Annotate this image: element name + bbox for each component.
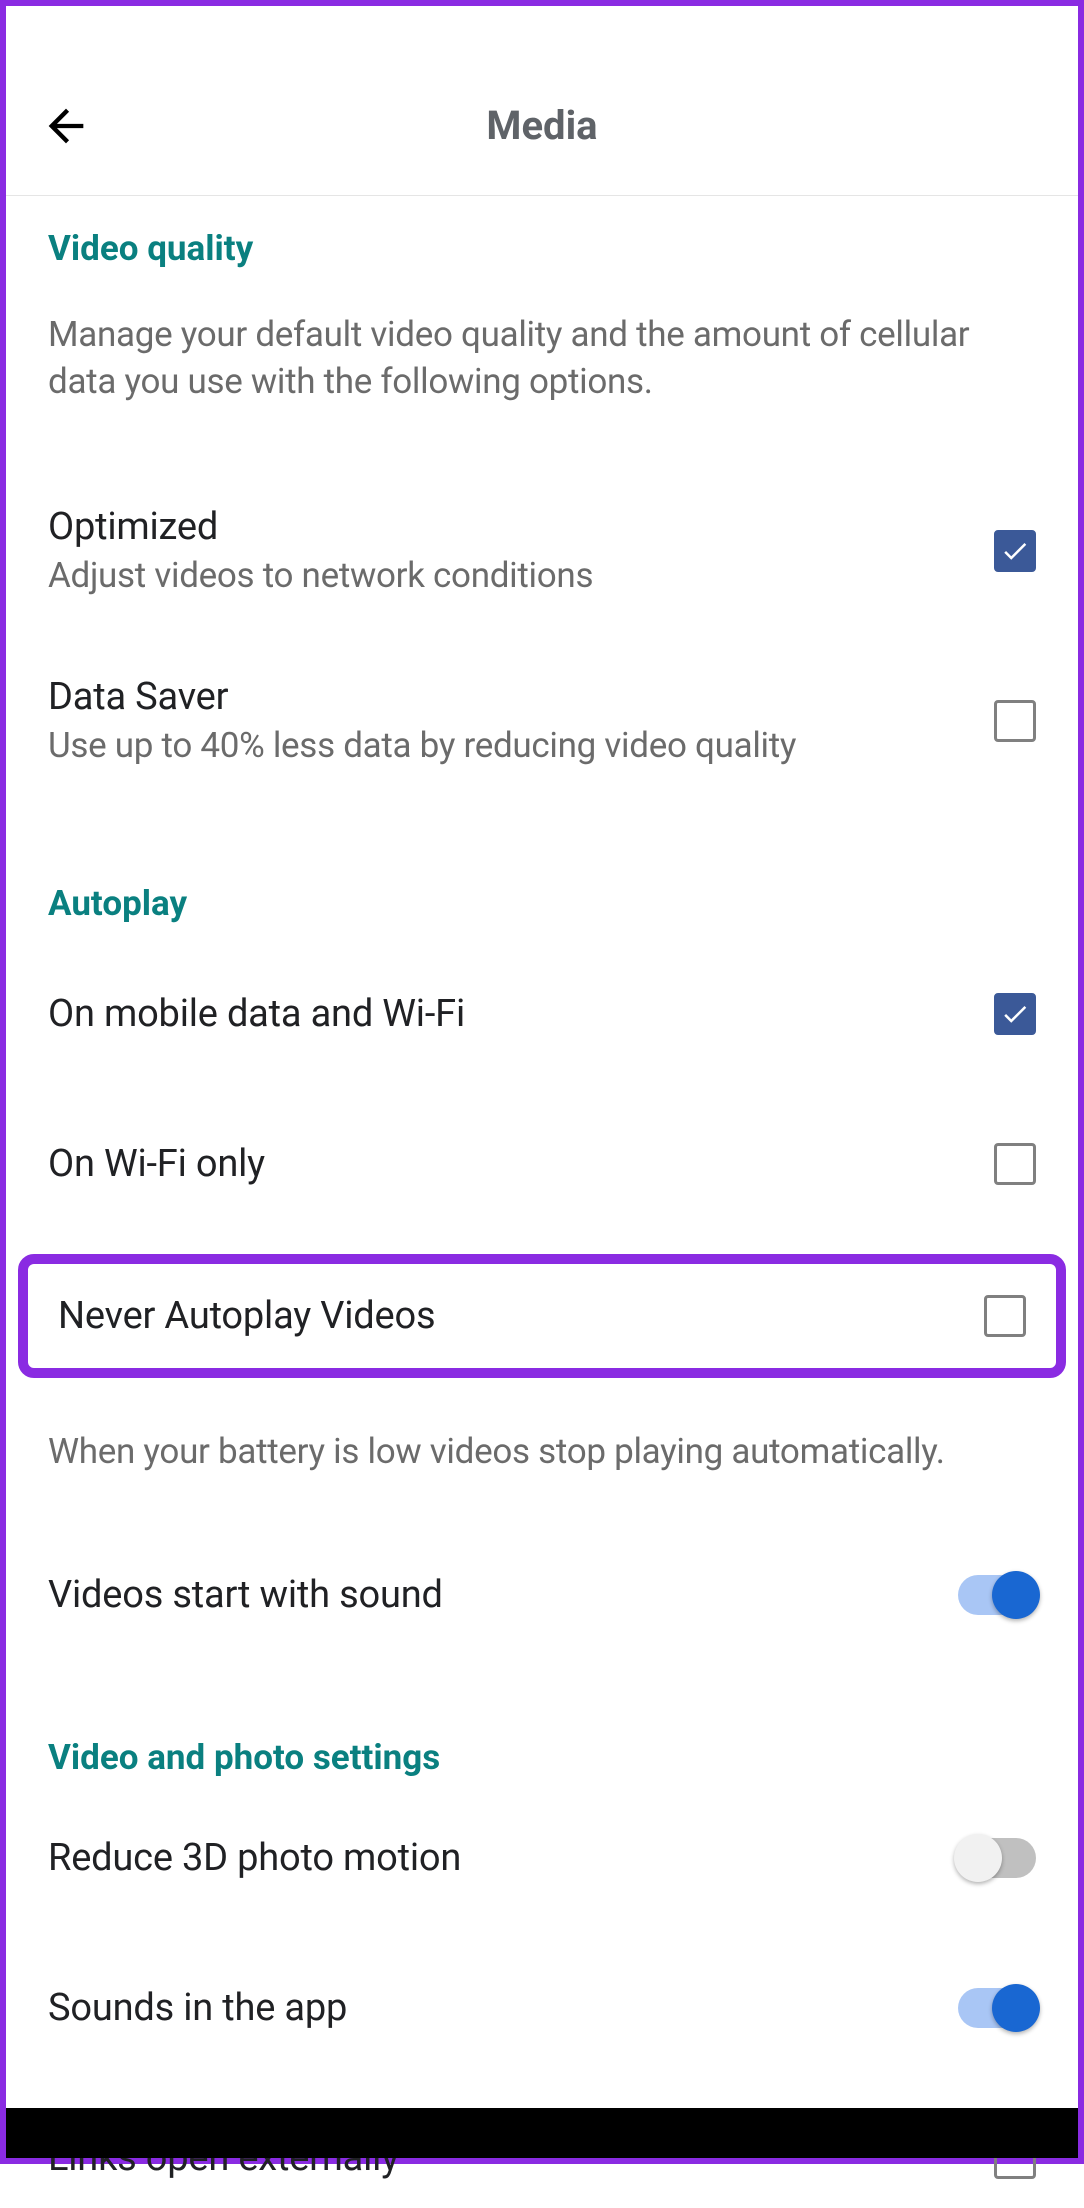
data-saver-row[interactable]: Data Saver Use up to 40% less data by re… <box>48 671 1036 771</box>
optimized-label: Optimized <box>48 505 974 549</box>
data-saver-label: Data Saver <box>48 675 974 719</box>
header-bar: Media <box>6 56 1078 196</box>
video-quality-section-title: Video quality <box>48 228 1036 269</box>
data-saver-checkbox[interactable] <box>994 700 1036 742</box>
sounds-app-row[interactable]: Sounds in the app <box>48 1958 1036 2058</box>
optimized-row[interactable]: Optimized Adjust videos to network condi… <box>48 501 1036 601</box>
sounds-app-toggle[interactable] <box>958 1988 1036 2028</box>
autoplay-never-label: Never Autoplay Videos <box>58 1294 435 1338</box>
reduce-3d-label: Reduce 3D photo motion <box>48 1836 461 1880</box>
toggle-knob <box>992 1984 1040 2032</box>
video-photo-section-title: Video and photo settings <box>48 1737 1036 1778</box>
autoplay-mobile-wifi-row[interactable]: On mobile data and Wi-Fi <box>48 964 1036 1064</box>
autoplay-section-title: Autoplay <box>48 883 1036 924</box>
videos-sound-toggle[interactable] <box>958 1575 1036 1615</box>
checkmark-icon <box>1000 536 1030 566</box>
toggle-knob <box>992 1571 1040 1619</box>
toggle-knob <box>954 1834 1002 1882</box>
optimized-sub: Adjust videos to network conditions <box>48 555 974 596</box>
autoplay-mobile-wifi-checkbox[interactable] <box>994 993 1036 1035</box>
content-area: Video quality Manage your default video … <box>6 196 1078 2208</box>
sounds-app-label: Sounds in the app <box>48 1986 347 2030</box>
reduce-3d-toggle[interactable] <box>958 1838 1036 1878</box>
bottom-bar <box>6 2108 1078 2158</box>
autoplay-never-row[interactable]: Never Autoplay Videos <box>18 1254 1066 1378</box>
autoplay-wifi-only-label: On Wi-Fi only <box>48 1142 265 1186</box>
autoplay-footnote: When your battery is low videos stop pla… <box>48 1428 1036 1475</box>
back-button[interactable] <box>36 96 96 156</box>
autoplay-never-checkbox[interactable] <box>984 1295 1026 1337</box>
video-quality-section-desc: Manage your default video quality and th… <box>48 311 1036 406</box>
autoplay-wifi-only-row[interactable]: On Wi-Fi only <box>48 1114 1036 1214</box>
reduce-3d-row[interactable]: Reduce 3D photo motion <box>48 1808 1036 1908</box>
videos-sound-label: Videos start with sound <box>48 1573 443 1617</box>
page-title: Media <box>36 102 1048 149</box>
autoplay-mobile-wifi-label: On mobile data and Wi-Fi <box>48 992 465 1036</box>
videos-sound-row[interactable]: Videos start with sound <box>48 1545 1036 1645</box>
data-saver-sub: Use up to 40% less data by reducing vide… <box>48 725 974 766</box>
autoplay-wifi-only-checkbox[interactable] <box>994 1143 1036 1185</box>
back-arrow-icon <box>40 100 92 152</box>
checkmark-icon <box>1000 999 1030 1029</box>
optimized-checkbox[interactable] <box>994 530 1036 572</box>
